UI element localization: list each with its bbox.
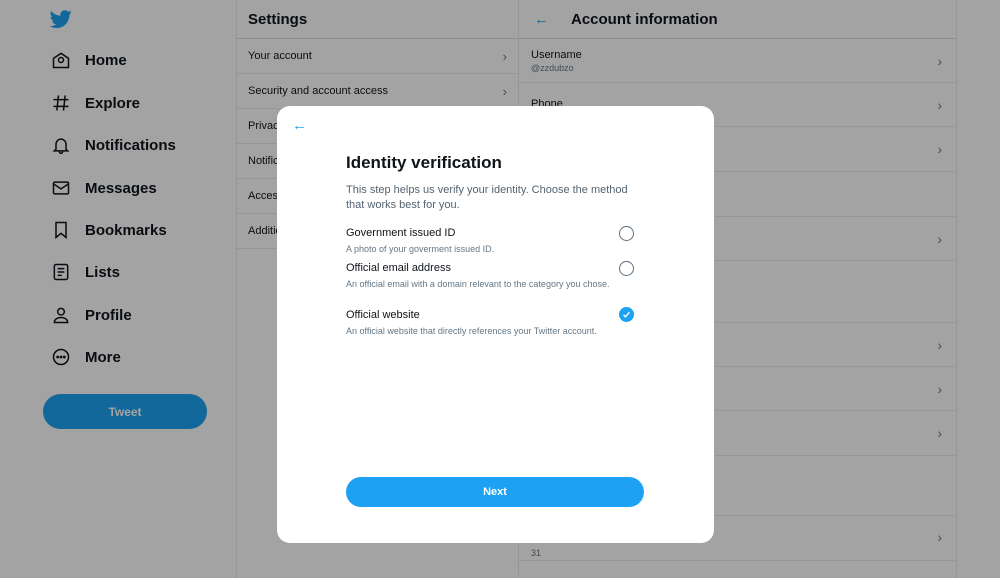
option-description: A photo of your goverment issued ID.	[346, 244, 495, 254]
modal-title: Identity verification	[346, 153, 502, 172]
option-title: Official email address	[346, 262, 451, 274]
option-description: An official website that directly refere…	[346, 326, 597, 336]
radio-official-website[interactable]	[619, 307, 634, 322]
identity-verification-modal: ← Identity verification This step helps …	[277, 106, 714, 543]
back-arrow-icon[interactable]: ←	[292, 117, 307, 134]
option-official-email[interactable]: Official email address An official email…	[346, 262, 636, 290]
option-government-id[interactable]: Government issued ID A photo of your gov…	[346, 227, 636, 255]
option-title: Official website	[346, 309, 420, 321]
option-description: An official email with a domain relevant…	[346, 279, 610, 289]
modal-description: This step helps us verify your identity.…	[346, 184, 628, 211]
option-official-website[interactable]: Official website An official website tha…	[346, 309, 636, 337]
radio-government-id[interactable]	[619, 226, 634, 241]
next-button[interactable]: Next	[346, 477, 644, 507]
radio-official-email[interactable]	[619, 261, 634, 276]
checkmark-icon	[623, 311, 630, 318]
option-title: Government issued ID	[346, 227, 456, 239]
